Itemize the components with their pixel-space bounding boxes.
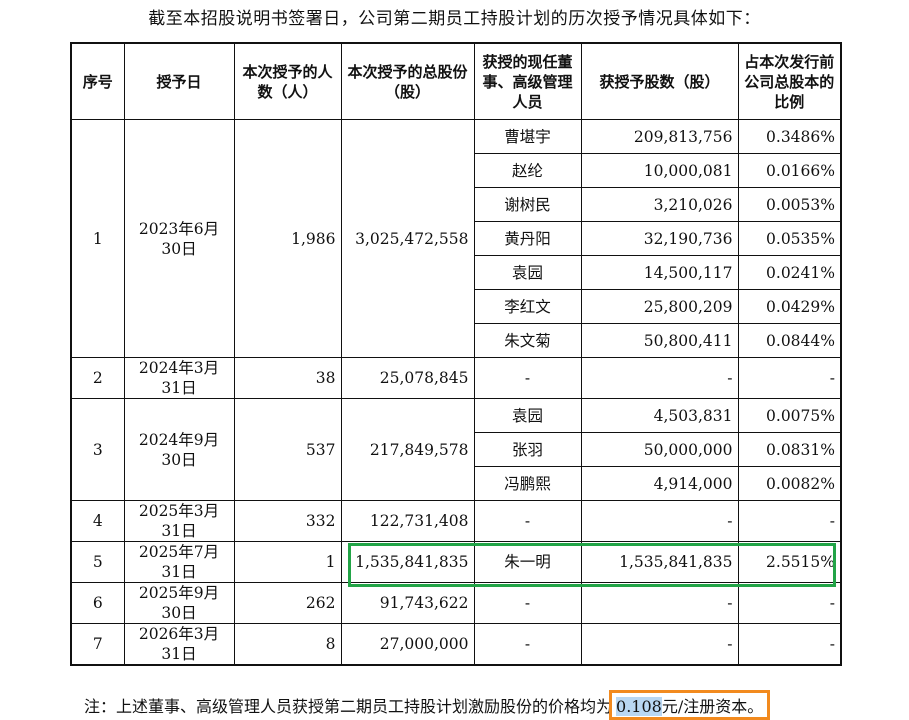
cell-total: 91,743,622 [340,582,475,624]
cell-ratio: 0.0053% [737,187,842,222]
cell-shares: 14,500,117 [580,255,739,290]
cell-name: - [473,623,582,666]
cell-date: 2025年7月31日 [123,541,235,583]
cell-ratio: 0.0831% [737,432,842,467]
cell-shares: 4,914,000 [580,466,739,501]
cell-shares: - [580,623,739,666]
cell-name: 谢树民 [473,187,582,222]
cell-seq: 3 [70,398,125,501]
footnote: 注：上述董事、高级管理人员获授第二期员工持股计划激励股份的价格均为 0.108元/… [84,690,771,720]
cell-date: 2023年6月30日 [123,119,235,358]
cell-shares: - [580,582,739,624]
cell-seq: 1 [70,119,125,358]
cell-count: 1 [233,541,342,583]
intro-text: 截至本招股说明书签署日，公司第二期员工持股计划的历次授予情况具体如下： [148,9,761,29]
cell-date: 2025年3月31日 [123,500,235,542]
cell-seq: 4 [70,500,125,542]
cell-date: 2024年3月31日 [123,357,235,399]
cell-count: 38 [233,357,342,399]
cell-ratio: 0.0082% [737,466,842,501]
cell-ratio: - [737,582,842,624]
cell-ratio: 0.0166% [737,153,842,188]
table-row: 5 2025年7月31日 1 1,535,841,835 朱一明 1,535,8… [70,541,842,583]
cell-count: 332 [233,500,342,542]
header-person: 获授的现任董事、高级管理人员 [473,42,582,120]
cell-ratio: 0.0535% [737,221,842,256]
footnote-text: 注：上述董事、高级管理人员获授第二期员工持股计划激励股份的价格均为 [84,697,613,716]
table-row: 7 2026年3月31日 8 27,000,000 - - - [70,623,842,666]
cell-name: 朱一明 [473,541,582,583]
cell-ratio: 0.3486% [737,119,842,154]
cell-name: 黄丹阳 [473,221,582,256]
cell-shares: 209,813,756 [580,119,739,154]
cell-shares: - [580,357,739,399]
cell-name: 袁园 [473,398,582,433]
cell-date: 2026年3月31日 [123,623,235,666]
header-total: 本次授予的总股份（股） [340,42,475,120]
cell-name: 朱文菊 [473,323,582,358]
cell-ratio: - [737,623,842,666]
table-header-row: 序号 授予日 本次授予的人数（人） 本次授予的总股份（股） 获授的现任董事、高级… [70,42,842,120]
cell-ratio: 0.0075% [737,398,842,433]
cell-name: 冯鹏熙 [473,466,582,501]
price-highlight-box: 0.108元/注册资本。 [609,690,771,720]
cell-ratio: - [737,357,842,399]
cell-count: 262 [233,582,342,624]
cell-shares: - [580,500,739,542]
cell-shares: 3,210,026 [580,187,739,222]
cell-name: 李红文 [473,289,582,324]
price-value: 0.108 [616,697,662,716]
grant-table: 序号 授予日 本次授予的人数（人） 本次授予的总股份（股） 获授的现任董事、高级… [70,42,842,666]
header-count: 本次授予的人数（人） [233,42,342,120]
cell-name: - [473,500,582,542]
cell-total: 122,731,408 [340,500,475,542]
cell-count: 537 [233,398,342,501]
cell-total: 3,025,472,558 [340,119,475,358]
cell-name: 曹堪宇 [473,119,582,154]
header-ratio: 占本次发行前公司总股本的比例 [737,42,842,120]
header-shares: 获授予股数（股） [580,42,739,120]
table-row: 1 2023年6月30日 1,986 3,025,472,558 曹堪宇 209… [70,119,842,358]
cell-name: - [473,357,582,399]
cell-shares: 1,535,841,835 [580,541,739,583]
cell-ratio: - [737,500,842,542]
cell-total: 1,535,841,835 [340,541,475,583]
table-row: 4 2025年3月31日 332 122,731,408 - - - [70,500,842,542]
cell-shares: 50,000,000 [580,432,739,467]
cell-seq: 2 [70,357,125,399]
cell-total: 25,078,845 [340,357,475,399]
cell-total: 217,849,578 [340,398,475,501]
cell-seq: 6 [70,582,125,624]
cell-ratio: 0.0241% [737,255,842,290]
cell-name: - [473,582,582,624]
cell-name: 袁园 [473,255,582,290]
cell-count: 1,986 [233,119,342,358]
cell-shares: 50,800,411 [580,323,739,358]
cell-name: 张羽 [473,432,582,467]
table-row: 6 2025年9月30日 262 91,743,622 - - - [70,582,842,624]
cell-shares: 4,503,831 [580,398,739,433]
header-date: 授予日 [123,42,235,120]
header-seq: 序号 [70,42,125,120]
table-row: 3 2024年9月30日 537 217,849,578 袁园 4,503,83… [70,398,842,501]
cell-shares: 25,800,209 [580,289,739,324]
cell-name: 赵纶 [473,153,582,188]
cell-ratio: 0.0844% [737,323,842,358]
cell-ratio: 0.0429% [737,289,842,324]
cell-seq: 5 [70,541,125,583]
cell-total: 27,000,000 [340,623,475,666]
price-unit: 元/注册资本。 [661,697,764,716]
cell-shares: 10,000,081 [580,153,739,188]
cell-date: 2025年9月30日 [123,582,235,624]
table-row: 2 2024年3月31日 38 25,078,845 - - - [70,357,842,399]
cell-shares: 32,190,736 [580,221,739,256]
cell-count: 8 [233,623,342,666]
cell-ratio: 2.5515% [737,541,842,583]
cell-date: 2024年9月30日 [123,398,235,501]
cell-seq: 7 [70,623,125,666]
